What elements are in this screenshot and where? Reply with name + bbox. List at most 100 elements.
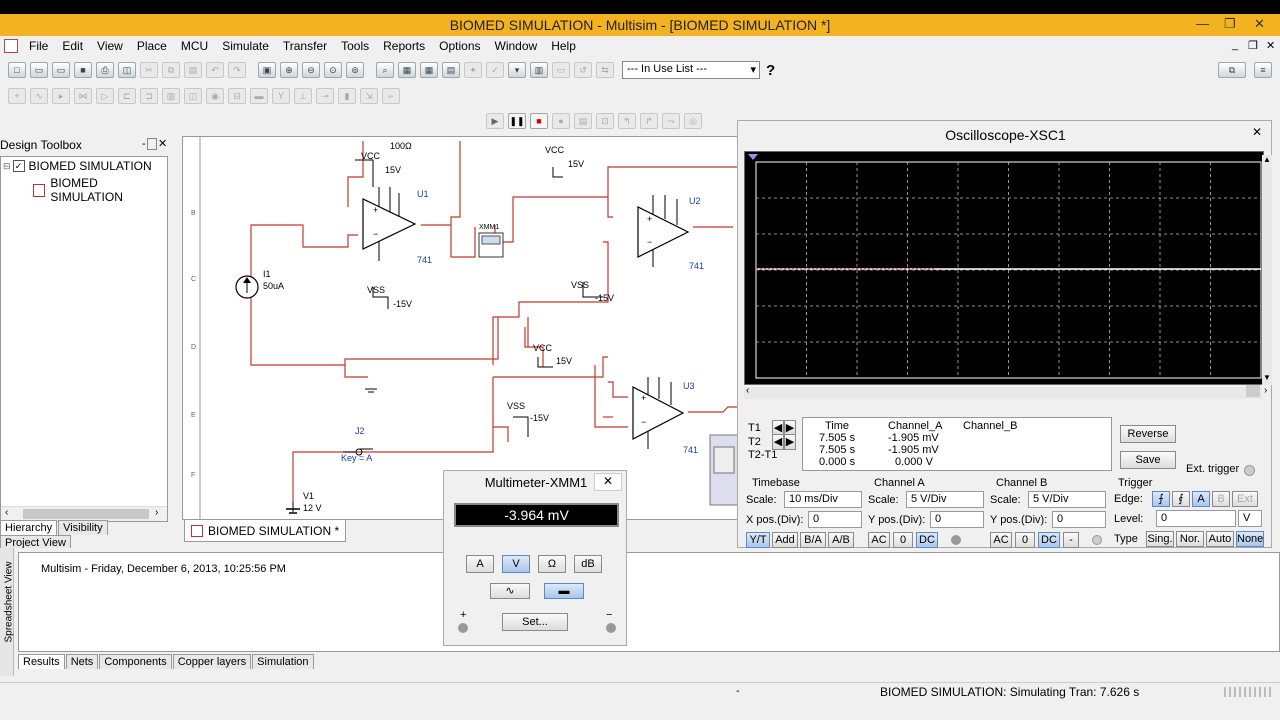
postprocessor-icon[interactable]: ✓ xyxy=(486,62,504,78)
annotate-icon[interactable]: ▭ xyxy=(552,62,570,78)
window-layout-icon[interactable]: ⧉ xyxy=(1218,62,1246,78)
in-use-list-select[interactable]: --- In Use List --- ▾ xyxy=(622,61,760,79)
ba-button[interactable]: B/A xyxy=(800,532,826,548)
place-advanced-icon[interactable]: Y xyxy=(272,88,290,104)
rising-edge-icon[interactable]: ⨍ xyxy=(1152,491,1170,507)
scroll-thumb[interactable] xyxy=(23,509,149,519)
grapher-icon[interactable]: ▦ xyxy=(398,62,416,78)
place-mixed-icon[interactable]: ◫ xyxy=(184,88,202,104)
save-icon[interactable]: ■ xyxy=(74,62,92,78)
place-analog-icon[interactable]: ▷ xyxy=(96,88,114,104)
search-icon[interactable]: ⌕ xyxy=(376,62,394,78)
undo-icon[interactable]: ↶ xyxy=(206,62,224,78)
run-to-cursor-icon[interactable]: ↱ xyxy=(640,113,658,129)
open-icon[interactable]: ▭ xyxy=(30,62,48,78)
stop-icon[interactable]: ■ xyxy=(530,113,548,129)
db-button[interactable]: dB xyxy=(574,555,602,573)
level-unit-field[interactable]: V xyxy=(1238,510,1262,527)
ammeter-button[interactable]: A xyxy=(466,555,494,573)
t2-right-button[interactable]: ▶ xyxy=(784,434,796,450)
back-annotate-icon[interactable]: ⇆ xyxy=(596,62,614,78)
toolbox-float-button[interactable] xyxy=(147,138,157,150)
minus-terminal[interactable] xyxy=(606,623,616,633)
toolbox-minimize-button[interactable]: - xyxy=(142,138,146,150)
menu-place[interactable]: Place xyxy=(130,39,174,53)
place-indicator-icon[interactable]: ◉ xyxy=(206,88,224,104)
channel-b-ypos-field[interactable]: 0 xyxy=(1052,511,1106,528)
oscilloscope-close-button[interactable]: ✕ xyxy=(1246,125,1268,141)
tab-hierarchy[interactable]: Hierarchy xyxy=(0,520,58,535)
toolbox-close-button[interactable]: ✕ xyxy=(158,137,167,150)
tab-visibility[interactable]: Visibility xyxy=(58,520,108,535)
menu-help[interactable]: Help xyxy=(544,39,583,53)
minimize-button[interactable]: — xyxy=(1196,16,1209,31)
trigger-b-button[interactable]: B xyxy=(1212,491,1230,507)
normal-button[interactable]: Nor. xyxy=(1176,531,1204,547)
component-wizard-icon[interactable]: ✦ xyxy=(464,62,482,78)
place-transistor-icon[interactable]: ⋈ xyxy=(74,88,92,104)
step-over-icon[interactable]: ▤ xyxy=(574,113,592,129)
voltmeter-button[interactable]: V xyxy=(502,555,530,573)
redo-icon[interactable]: ↷ xyxy=(228,62,246,78)
place-basic-icon[interactable]: ∿ xyxy=(30,88,48,104)
step-icon[interactable]: ● xyxy=(552,113,570,129)
channel-a-ac-button[interactable]: AC xyxy=(868,532,890,548)
single-button[interactable]: Sing. xyxy=(1146,531,1174,547)
full-screen-icon[interactable]: ▣ xyxy=(258,62,276,78)
place-bus-icon[interactable]: ⌐ xyxy=(382,88,400,104)
maximize-button[interactable]: ❐ xyxy=(1224,16,1236,32)
print-preview-icon[interactable]: ◫ xyxy=(118,62,136,78)
forward-annotate-icon[interactable]: ↺ xyxy=(574,62,592,78)
close-button[interactable]: ✕ xyxy=(1254,16,1265,32)
reverse-button[interactable]: Reverse xyxy=(1120,425,1176,443)
channel-b-dc-button[interactable]: DC xyxy=(1038,532,1060,548)
ohmmeter-button[interactable]: Ω xyxy=(538,555,566,573)
menu-simulate[interactable]: Simulate xyxy=(215,39,276,53)
ab-button[interactable]: A/B xyxy=(828,532,854,548)
menu-file[interactable]: File xyxy=(22,39,55,53)
zoom-in-icon[interactable]: ⊕ xyxy=(280,62,298,78)
channel-b-scale-field[interactable]: 5 V/Div xyxy=(1028,491,1106,508)
trigger-ext-button[interactable]: Ext xyxy=(1232,491,1258,507)
timebase-scale-field[interactable]: 10 ms/Div xyxy=(784,491,862,508)
schematic-canvas[interactable]: B C D E F + − + − + − 100Ω VCC 15V U1 74… xyxy=(182,136,738,520)
zoom-out-icon[interactable]: ⊖ xyxy=(302,62,320,78)
place-diode-icon[interactable]: ▸ xyxy=(52,88,70,104)
zoom-fit-icon[interactable]: ⊚ xyxy=(346,62,364,78)
place-mcu-icon[interactable]: ▮ xyxy=(338,88,356,104)
list-icon[interactable]: ≡ xyxy=(1254,62,1272,78)
menu-mcu[interactable]: MCU xyxy=(174,39,215,53)
tab-copper-layers[interactable]: Copper layers xyxy=(172,654,252,669)
doc-minimize-button[interactable]: _ xyxy=(1232,39,1238,51)
multimeter-close-button[interactable]: ✕ xyxy=(594,473,622,491)
channel-b-zero-button[interactable]: 0 xyxy=(1015,532,1035,548)
zoom-area-icon[interactable]: ⊙ xyxy=(324,62,342,78)
paste-icon[interactable]: ▤ xyxy=(184,62,202,78)
breakpoint-icon[interactable]: ⤳ xyxy=(662,113,680,129)
place-cmos-icon[interactable]: ⊐ xyxy=(140,88,158,104)
auto-button[interactable]: Auto xyxy=(1206,531,1234,547)
menu-options[interactable]: Options xyxy=(432,39,487,53)
menu-view[interactable]: View xyxy=(90,39,130,53)
spreadsheet-icon[interactable]: ▦ xyxy=(420,62,438,78)
database-icon[interactable]: ▤ xyxy=(442,62,460,78)
cut-icon[interactable]: ✂ xyxy=(140,62,158,78)
scope-h-scrollbar[interactable]: ‹ › xyxy=(744,385,1267,399)
place-electromech-icon[interactable]: ⊸ xyxy=(316,88,334,104)
new-icon[interactable]: □ xyxy=(8,62,26,78)
h-scrollbar[interactable]: ‹ › xyxy=(1,506,167,521)
menu-window[interactable]: Window xyxy=(488,39,545,53)
place-power-icon[interactable]: ⊟ xyxy=(228,88,246,104)
x-pos-field[interactable]: 0 xyxy=(808,511,862,528)
checkbox-icon[interactable]: ✓ xyxy=(12,160,25,172)
probe-icon[interactable]: ◎ xyxy=(684,113,702,129)
place-ttl-icon[interactable]: ⊏ xyxy=(118,88,136,104)
menu-transfer[interactable]: Transfer xyxy=(276,39,334,53)
doc-close-button[interactable]: ✕ xyxy=(1266,39,1275,52)
channel-a-dc-button[interactable]: DC xyxy=(916,532,938,548)
channel-a-ypos-field[interactable]: 0 xyxy=(930,511,984,528)
tab-components[interactable]: Components xyxy=(99,654,172,669)
collapse-icon[interactable]: ⊟ xyxy=(3,161,11,172)
run-icon[interactable]: ▶ xyxy=(486,113,504,129)
add-button[interactable]: Add xyxy=(772,532,798,548)
